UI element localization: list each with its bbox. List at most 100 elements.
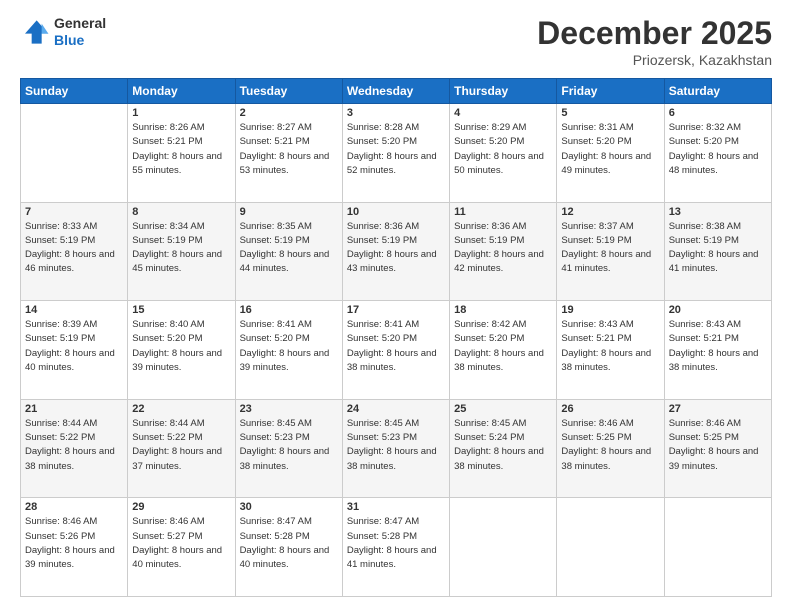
- day-cell: 3 Sunrise: 8:28 AM Sunset: 5:20 PM Dayli…: [342, 104, 449, 203]
- sunset-text: Sunset: 5:19 PM: [240, 234, 338, 248]
- day-number: 15: [132, 304, 230, 316]
- sunset-text: Sunset: 5:21 PM: [132, 135, 230, 149]
- sunrise-text: Sunrise: 8:28 AM: [347, 121, 445, 135]
- day-cell: 30 Sunrise: 8:47 AM Sunset: 5:28 PM Dayl…: [235, 498, 342, 597]
- sunset-text: Sunset: 5:24 PM: [454, 431, 552, 445]
- day-cell: 27 Sunrise: 8:46 AM Sunset: 5:25 PM Dayl…: [664, 399, 771, 498]
- page: General Blue December 2025 Priozersk, Ka…: [0, 0, 792, 612]
- daylight-text: Daylight: 8 hours and 38 minutes.: [25, 445, 123, 474]
- logo-line2: Blue: [54, 32, 106, 49]
- day-number: 31: [347, 501, 445, 513]
- day-cell: 15 Sunrise: 8:40 AM Sunset: 5:20 PM Dayl…: [128, 301, 235, 400]
- sunrise-text: Sunrise: 8:41 AM: [347, 318, 445, 332]
- day-info: Sunrise: 8:41 AM Sunset: 5:20 PM Dayligh…: [240, 318, 338, 375]
- day-number: 21: [25, 403, 123, 415]
- day-cell: [557, 498, 664, 597]
- week-row-1: 7 Sunrise: 8:33 AM Sunset: 5:19 PM Dayli…: [21, 202, 772, 301]
- day-info: Sunrise: 8:46 AM Sunset: 5:25 PM Dayligh…: [561, 417, 659, 474]
- daylight-text: Daylight: 8 hours and 55 minutes.: [132, 150, 230, 179]
- day-cell: 7 Sunrise: 8:33 AM Sunset: 5:19 PM Dayli…: [21, 202, 128, 301]
- day-info: Sunrise: 8:47 AM Sunset: 5:28 PM Dayligh…: [240, 515, 338, 572]
- day-info: Sunrise: 8:45 AM Sunset: 5:23 PM Dayligh…: [347, 417, 445, 474]
- day-cell: 18 Sunrise: 8:42 AM Sunset: 5:20 PM Dayl…: [450, 301, 557, 400]
- daylight-text: Daylight: 8 hours and 46 minutes.: [25, 248, 123, 277]
- sunrise-text: Sunrise: 8:29 AM: [454, 121, 552, 135]
- day-cell: 25 Sunrise: 8:45 AM Sunset: 5:24 PM Dayl…: [450, 399, 557, 498]
- day-number: 2: [240, 107, 338, 119]
- daylight-text: Daylight: 8 hours and 38 minutes.: [561, 445, 659, 474]
- sunset-text: Sunset: 5:23 PM: [240, 431, 338, 445]
- sunrise-text: Sunrise: 8:39 AM: [25, 318, 123, 332]
- day-info: Sunrise: 8:38 AM Sunset: 5:19 PM Dayligh…: [669, 220, 767, 277]
- day-info: Sunrise: 8:36 AM Sunset: 5:19 PM Dayligh…: [454, 220, 552, 277]
- day-number: 14: [25, 304, 123, 316]
- daylight-text: Daylight: 8 hours and 40 minutes.: [240, 544, 338, 573]
- sunrise-text: Sunrise: 8:36 AM: [347, 220, 445, 234]
- logo: General Blue: [20, 15, 106, 49]
- sunrise-text: Sunrise: 8:46 AM: [561, 417, 659, 431]
- daylight-text: Daylight: 8 hours and 40 minutes.: [132, 544, 230, 573]
- sunrise-text: Sunrise: 8:26 AM: [132, 121, 230, 135]
- header: General Blue December 2025 Priozersk, Ka…: [20, 15, 772, 68]
- sunset-text: Sunset: 5:26 PM: [25, 530, 123, 544]
- sunset-text: Sunset: 5:21 PM: [669, 332, 767, 346]
- week-row-3: 21 Sunrise: 8:44 AM Sunset: 5:22 PM Dayl…: [21, 399, 772, 498]
- day-number: 17: [347, 304, 445, 316]
- sunrise-text: Sunrise: 8:38 AM: [669, 220, 767, 234]
- day-number: 25: [454, 403, 552, 415]
- sunset-text: Sunset: 5:20 PM: [347, 332, 445, 346]
- weekday-header-row: SundayMondayTuesdayWednesdayThursdayFrid…: [21, 79, 772, 104]
- sunrise-text: Sunrise: 8:33 AM: [25, 220, 123, 234]
- daylight-text: Daylight: 8 hours and 41 minutes.: [669, 248, 767, 277]
- sunset-text: Sunset: 5:28 PM: [240, 530, 338, 544]
- day-info: Sunrise: 8:45 AM Sunset: 5:23 PM Dayligh…: [240, 417, 338, 474]
- day-number: 29: [132, 501, 230, 513]
- sunrise-text: Sunrise: 8:45 AM: [240, 417, 338, 431]
- sunrise-text: Sunrise: 8:31 AM: [561, 121, 659, 135]
- logo-text: General Blue: [54, 15, 106, 49]
- daylight-text: Daylight: 8 hours and 41 minutes.: [561, 248, 659, 277]
- sunset-text: Sunset: 5:19 PM: [132, 234, 230, 248]
- sunrise-text: Sunrise: 8:43 AM: [561, 318, 659, 332]
- day-info: Sunrise: 8:40 AM Sunset: 5:20 PM Dayligh…: [132, 318, 230, 375]
- week-row-2: 14 Sunrise: 8:39 AM Sunset: 5:19 PM Dayl…: [21, 301, 772, 400]
- sunrise-text: Sunrise: 8:45 AM: [347, 417, 445, 431]
- day-cell: 23 Sunrise: 8:45 AM Sunset: 5:23 PM Dayl…: [235, 399, 342, 498]
- daylight-text: Daylight: 8 hours and 38 minutes.: [669, 347, 767, 376]
- sunset-text: Sunset: 5:20 PM: [454, 332, 552, 346]
- day-cell: 4 Sunrise: 8:29 AM Sunset: 5:20 PM Dayli…: [450, 104, 557, 203]
- weekday-header-friday: Friday: [557, 79, 664, 104]
- day-number: 4: [454, 107, 552, 119]
- main-title: December 2025: [537, 15, 772, 52]
- sunset-text: Sunset: 5:25 PM: [561, 431, 659, 445]
- day-number: 19: [561, 304, 659, 316]
- weekday-header-sunday: Sunday: [21, 79, 128, 104]
- sunrise-text: Sunrise: 8:35 AM: [240, 220, 338, 234]
- sunset-text: Sunset: 5:28 PM: [347, 530, 445, 544]
- sunrise-text: Sunrise: 8:27 AM: [240, 121, 338, 135]
- daylight-text: Daylight: 8 hours and 50 minutes.: [454, 150, 552, 179]
- sunrise-text: Sunrise: 8:44 AM: [132, 417, 230, 431]
- day-cell: [450, 498, 557, 597]
- weekday-header-saturday: Saturday: [664, 79, 771, 104]
- day-cell: 21 Sunrise: 8:44 AM Sunset: 5:22 PM Dayl…: [21, 399, 128, 498]
- day-number: 28: [25, 501, 123, 513]
- day-cell: [664, 498, 771, 597]
- daylight-text: Daylight: 8 hours and 53 minutes.: [240, 150, 338, 179]
- logo-icon: [20, 17, 50, 47]
- sunset-text: Sunset: 5:19 PM: [25, 332, 123, 346]
- sunrise-text: Sunrise: 8:40 AM: [132, 318, 230, 332]
- day-number: 8: [132, 206, 230, 218]
- day-number: 20: [669, 304, 767, 316]
- sunrise-text: Sunrise: 8:37 AM: [561, 220, 659, 234]
- day-number: 6: [669, 107, 767, 119]
- day-info: Sunrise: 8:26 AM Sunset: 5:21 PM Dayligh…: [132, 121, 230, 178]
- day-cell: 8 Sunrise: 8:34 AM Sunset: 5:19 PM Dayli…: [128, 202, 235, 301]
- sunset-text: Sunset: 5:20 PM: [561, 135, 659, 149]
- sunset-text: Sunset: 5:20 PM: [347, 135, 445, 149]
- sunrise-text: Sunrise: 8:47 AM: [240, 515, 338, 529]
- sunset-text: Sunset: 5:22 PM: [25, 431, 123, 445]
- day-cell: 19 Sunrise: 8:43 AM Sunset: 5:21 PM Dayl…: [557, 301, 664, 400]
- sunset-text: Sunset: 5:19 PM: [454, 234, 552, 248]
- weekday-header-thursday: Thursday: [450, 79, 557, 104]
